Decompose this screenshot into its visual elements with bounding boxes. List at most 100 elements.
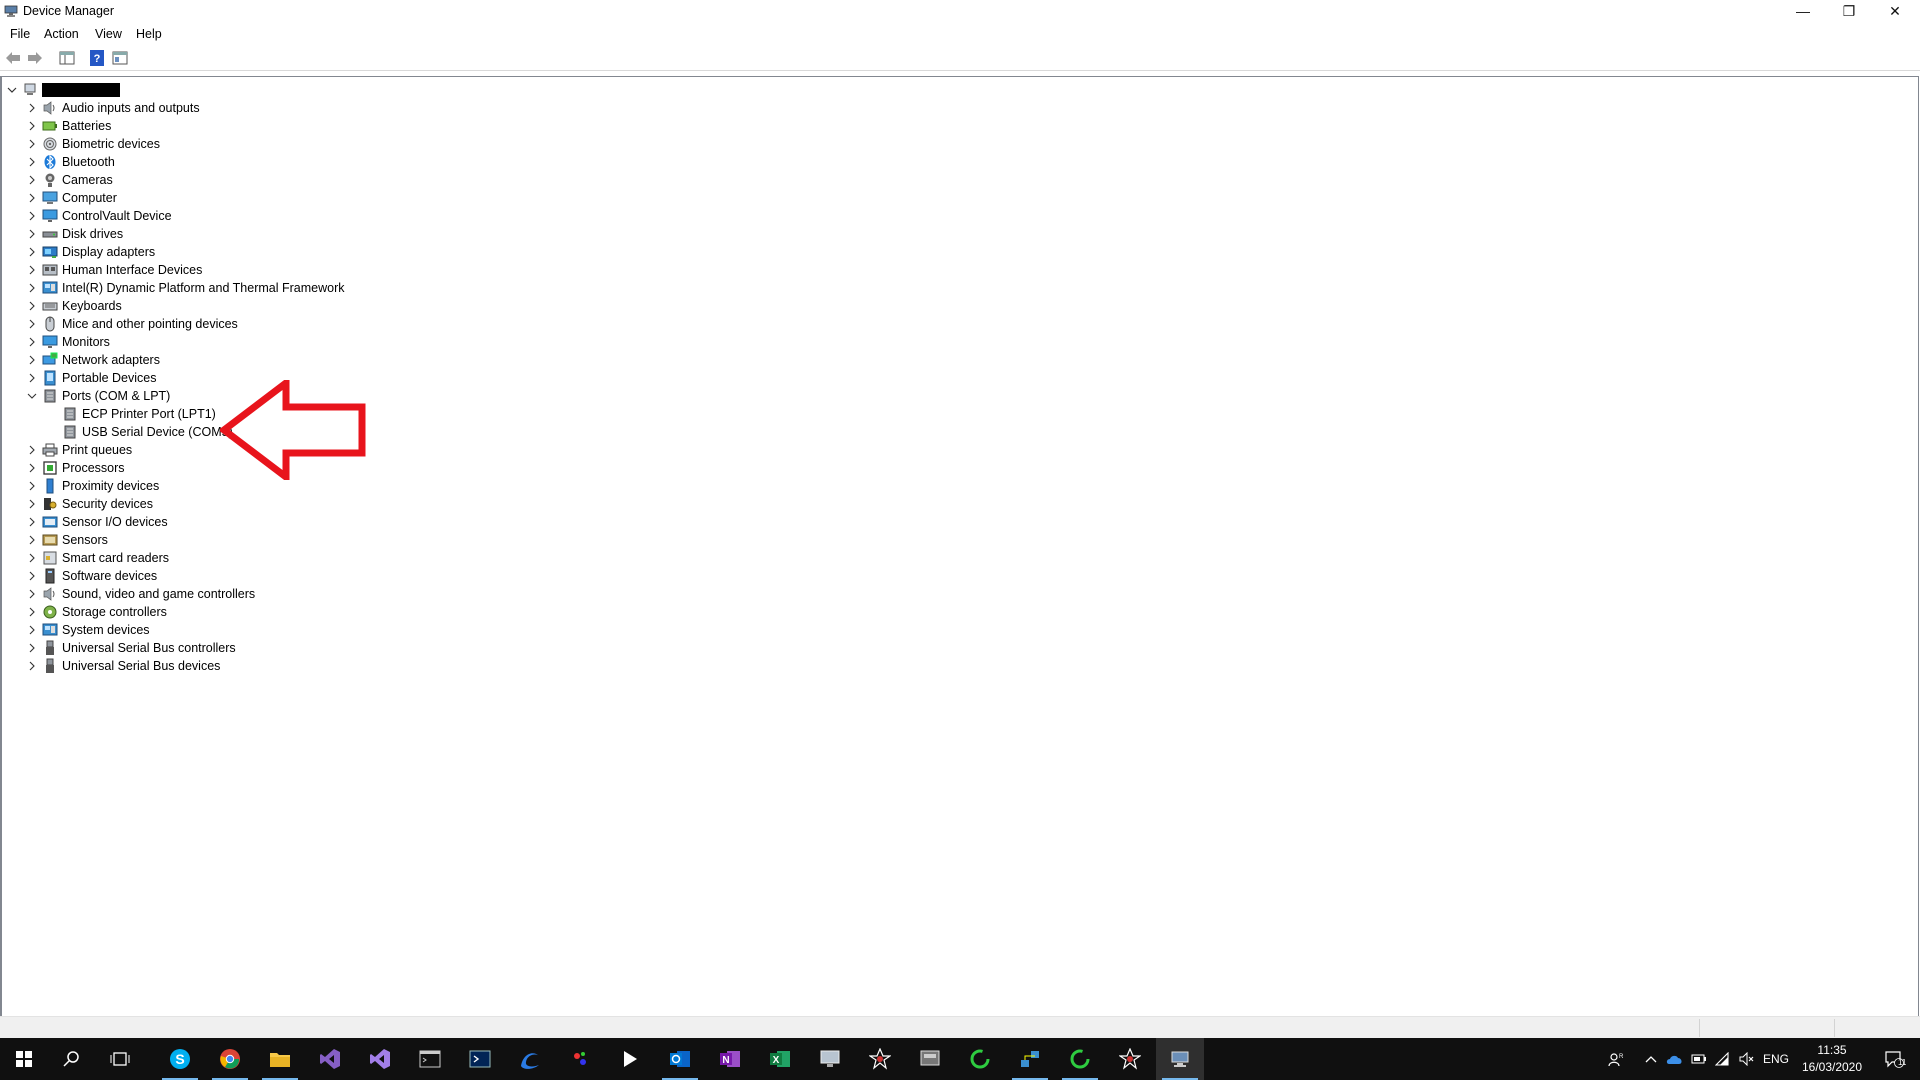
chevron-right-icon[interactable] (26, 192, 38, 204)
chevron-right-icon[interactable] (26, 228, 38, 240)
chevron-right-icon[interactable] (26, 246, 38, 258)
tree-category-portable-devices[interactable]: Portable Devices (26, 369, 157, 387)
taskbar-app-icon[interactable] (856, 1038, 904, 1080)
taskbar-skype-icon[interactable]: S (156, 1038, 204, 1080)
chevron-right-icon[interactable] (26, 444, 38, 456)
menu-help[interactable]: Help (136, 27, 162, 41)
tree-category-sound-video-and-game-controllers[interactable]: Sound, video and game controllers (26, 585, 255, 603)
battery-icon[interactable] (1688, 1038, 1710, 1080)
chevron-right-icon[interactable] (26, 552, 38, 564)
chevron-right-icon[interactable] (26, 372, 38, 384)
chevron-right-icon[interactable] (26, 498, 38, 510)
action-center-icon[interactable]: 11 (1874, 1038, 1914, 1080)
tree-category-sensors[interactable]: Sensors (26, 531, 108, 549)
tree-category-keyboards[interactable]: Keyboards (26, 297, 122, 315)
chevron-right-icon[interactable] (26, 138, 38, 150)
chevron-right-icon[interactable] (26, 102, 38, 114)
chevron-right-icon[interactable] (26, 480, 38, 492)
taskbar-visual-studio-preview-icon[interactable] (356, 1038, 404, 1080)
chevron-right-icon[interactable] (26, 282, 38, 294)
tree-category-sensor-i-o-devices[interactable]: Sensor I/O devices (26, 513, 168, 531)
chevron-right-icon[interactable] (26, 642, 38, 654)
taskbar-search-icon[interactable] (48, 1038, 96, 1080)
restore-button[interactable]: ❐ (1826, 0, 1872, 24)
taskbar-chrome-icon[interactable] (206, 1038, 254, 1080)
device-tree[interactable]: Audio inputs and outputs Batteries Biometr… (0, 76, 1919, 1018)
menu-file[interactable]: File (10, 27, 30, 41)
chevron-down-icon[interactable] (6, 84, 18, 96)
chevron-right-icon[interactable] (26, 462, 38, 474)
tree-category-cameras[interactable]: Cameras (26, 171, 113, 189)
tree-category-storage-controllers[interactable]: Storage controllers (26, 603, 167, 621)
tree-category-ports-com-lpt[interactable]: Ports (COM & LPT) (26, 387, 170, 405)
chevron-right-icon[interactable] (26, 534, 38, 546)
clock[interactable]: 11:35 16/03/2020 (1794, 1042, 1870, 1076)
tree-category-bluetooth[interactable]: Bluetooth (26, 153, 115, 171)
chevron-right-icon[interactable] (26, 606, 38, 618)
chevron-right-icon[interactable] (26, 336, 38, 348)
menu-view[interactable]: View (95, 27, 122, 41)
taskbar-device-manager-icon[interactable] (1156, 1038, 1204, 1080)
chevron-up-icon[interactable] (1640, 1038, 1662, 1080)
tree-category-human-interface-devices[interactable]: Human Interface Devices (26, 261, 202, 279)
input-language[interactable]: ENG (1760, 1038, 1792, 1080)
taskbar-app-icon[interactable] (906, 1038, 954, 1080)
tree-category-security-devices[interactable]: Security devices (26, 495, 153, 513)
tree-category-network-adapters[interactable]: Network adapters (26, 351, 160, 369)
taskbar-excel-icon[interactable]: X (756, 1038, 804, 1080)
tree-category-batteries[interactable]: Batteries (26, 117, 111, 135)
taskbar-outlook-icon[interactable] (656, 1038, 704, 1080)
tree-category-computer[interactable]: Computer (26, 189, 117, 207)
taskbar-file-explorer-icon[interactable] (256, 1038, 304, 1080)
chevron-down-icon[interactable] (26, 390, 38, 402)
tree-category-display-adapters[interactable]: Display adapters (26, 243, 155, 261)
tree-category-intel-r-dynamic-platform-and-thermal-framework[interactable]: Intel(R) Dynamic Platform and Thermal Fr… (26, 279, 344, 297)
tree-category-proximity-devices[interactable]: Proximity devices (26, 477, 159, 495)
chevron-right-icon[interactable] (26, 210, 38, 222)
tree-device-ecp-printer-port-lpt1[interactable]: ECP Printer Port (LPT1) (62, 405, 216, 423)
tree-category-software-devices[interactable]: Software devices (26, 567, 157, 585)
taskbar-visual-studio-icon[interactable] (306, 1038, 354, 1080)
tree-category-processors[interactable]: Processors (26, 459, 125, 477)
taskbar-edge-icon[interactable] (506, 1038, 554, 1080)
forward-button[interactable] (26, 49, 44, 67)
taskbar-app-icon[interactable] (556, 1038, 604, 1080)
tree-category-universal-serial-bus-devices[interactable]: Universal Serial Bus devices (26, 657, 220, 675)
taskbar-network-tool-icon[interactable] (1006, 1038, 1054, 1080)
chevron-right-icon[interactable] (26, 570, 38, 582)
tree-category-controlvault-device[interactable]: ControlVault Device (26, 207, 172, 225)
show-hide-console-tree-button[interactable] (58, 49, 76, 67)
chevron-right-icon[interactable] (26, 318, 38, 330)
tree-category-monitors[interactable]: Monitors (26, 333, 110, 351)
chevron-right-icon[interactable] (26, 354, 38, 366)
close-button[interactable]: ✕ (1872, 0, 1918, 24)
taskbar-sync-icon[interactable] (1056, 1038, 1104, 1080)
chevron-right-icon[interactable] (26, 120, 38, 132)
minimize-button[interactable]: — (1780, 0, 1826, 24)
tree-device-usb-serial-device-com5[interactable]: USB Serial Device (COM5) (62, 423, 233, 441)
back-button[interactable] (4, 49, 22, 67)
chevron-right-icon[interactable] (26, 516, 38, 528)
chevron-right-icon[interactable] (26, 624, 38, 636)
chevron-right-icon[interactable] (26, 300, 38, 312)
tree-category-mice-and-other-pointing-devices[interactable]: Mice and other pointing devices (26, 315, 238, 333)
properties-button[interactable] (111, 49, 129, 67)
onedrive-icon[interactable] (1664, 1038, 1686, 1080)
chevron-right-icon[interactable] (26, 660, 38, 672)
tree-root[interactable] (6, 81, 120, 99)
taskbar-onenote-icon[interactable]: N (706, 1038, 754, 1080)
help-button[interactable]: ? (88, 49, 106, 67)
taskbar-terminal-icon[interactable] (406, 1038, 454, 1080)
taskbar-powershell-icon[interactable] (456, 1038, 504, 1080)
chevron-right-icon[interactable] (26, 174, 38, 186)
taskbar-start-icon[interactable] (0, 1038, 48, 1080)
taskbar-remote-desktop-icon[interactable] (806, 1038, 854, 1080)
taskbar-app-icon[interactable] (1106, 1038, 1154, 1080)
chevron-right-icon[interactable] (26, 588, 38, 600)
volume-muted-icon[interactable] (1736, 1038, 1758, 1080)
tree-category-print-queues[interactable]: Print queues (26, 441, 132, 459)
chevron-right-icon[interactable] (26, 156, 38, 168)
tree-category-biometric-devices[interactable]: Biometric devices (26, 135, 160, 153)
taskbar-media-player-icon[interactable] (606, 1038, 654, 1080)
chevron-right-icon[interactable] (26, 264, 38, 276)
